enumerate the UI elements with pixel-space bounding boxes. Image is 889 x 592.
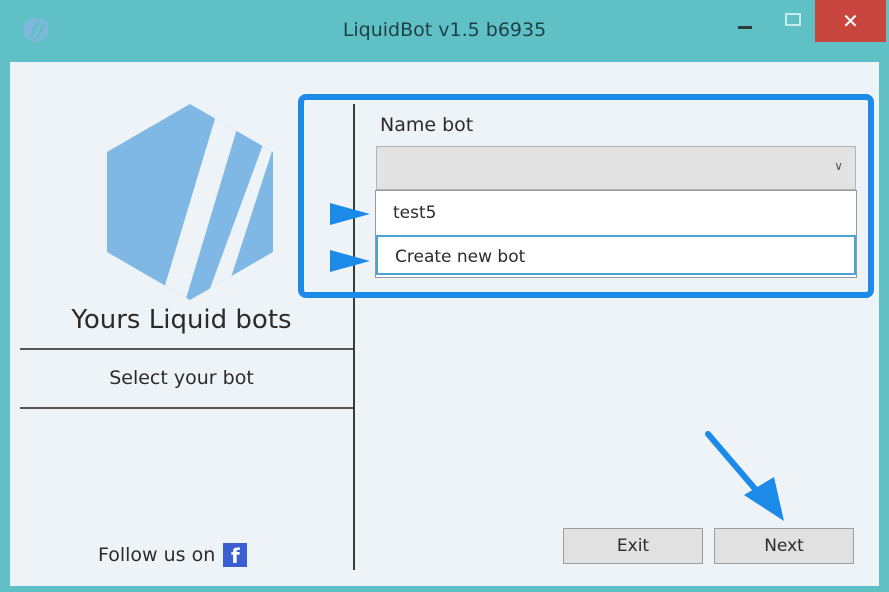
pointer-arrow-icon [330, 203, 370, 225]
annotation-arrow-icon [705, 431, 784, 521]
brand-heading: Yours Liquid bots [71, 305, 292, 335]
step-divider-top [20, 348, 353, 350]
option-test5[interactable]: test5 [376, 193, 856, 233]
option-create-new-bot[interactable]: Create new bot [376, 235, 856, 275]
title-bar: LiquidBot v1.5 b6935 ✕ [0, 0, 889, 62]
step-divider-bottom [20, 407, 353, 409]
name-bot-label: Name bot [380, 114, 474, 136]
pointer-arrow-icon [330, 250, 370, 272]
follow-text: Follow us on [98, 544, 216, 566]
exit-button[interactable]: Exit [563, 528, 703, 564]
close-icon[interactable]: ✕ [815, 0, 886, 42]
minimize-icon[interactable] [734, 6, 758, 36]
facebook-icon[interactable]: f [223, 543, 248, 568]
step-label: Select your bot [109, 367, 254, 389]
chevron-down-icon[interactable]: ∨ [834, 159, 843, 173]
name-bot-combobox[interactable]: ∨ [376, 146, 856, 190]
window-client: Yours Liquid bots Select your bot Follow… [10, 62, 879, 586]
follow-us[interactable]: Follow us on f [98, 543, 248, 568]
bot-dropdown-list: test5 Create new bot [375, 190, 857, 278]
next-button[interactable]: Next [714, 528, 854, 564]
maximize-icon[interactable] [775, 6, 809, 36]
liquid-logo-icon [107, 104, 273, 300]
